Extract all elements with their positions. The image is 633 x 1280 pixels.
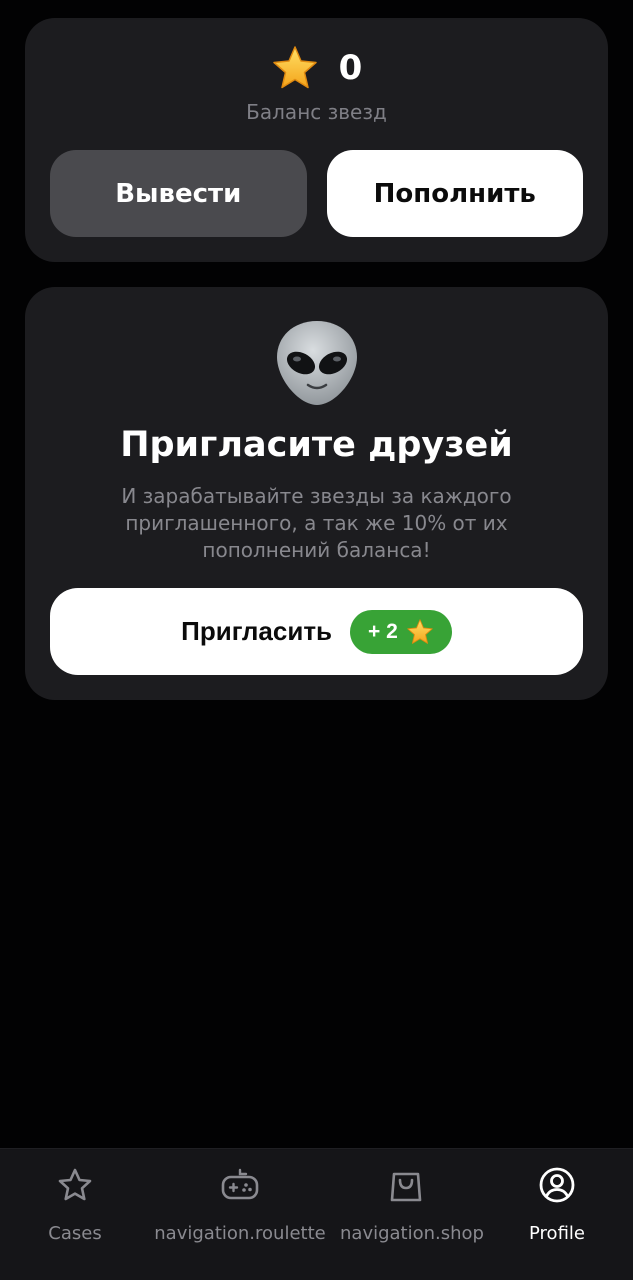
balance-card: 0 Баланс звезд Вывести Пополнить <box>25 18 608 262</box>
balance-value: 0 <box>338 48 363 88</box>
nav-item-profile[interactable]: Profile <box>512 1149 602 1280</box>
nav-label-shop: navigation.shop <box>340 1223 484 1244</box>
bottom-navigation: Cases navigation.roulette navigation.sho… <box>0 1148 633 1280</box>
gamepad-icon <box>221 1168 259 1200</box>
nav-item-roulette[interactable]: navigation.roulette <box>140 1149 340 1280</box>
alien-icon <box>276 321 357 405</box>
star-outline-icon <box>58 1168 92 1201</box>
invite-card: Пригласите друзей И зарабатывайте звезды… <box>25 287 608 700</box>
invite-button-label: Пригласить <box>181 616 333 646</box>
nav-label-profile: Profile <box>529 1223 585 1244</box>
nav-label-roulette: navigation.roulette <box>154 1223 326 1244</box>
shopping-bag-icon <box>390 1172 422 1202</box>
withdraw-button[interactable]: Вывести <box>50 150 307 237</box>
user-circle-icon <box>539 1167 575 1203</box>
balance-row: 0 <box>25 44 608 92</box>
topup-button[interactable]: Пополнить <box>326 150 583 237</box>
balance-label: Баланс звезд <box>246 100 387 124</box>
invite-description: И зарабатывайте звезды за каждого пригла… <box>121 484 512 562</box>
reward-amount: + 2 <box>368 619 398 643</box>
nav-item-cases[interactable]: Cases <box>30 1149 120 1280</box>
invite-button[interactable]: Пригласить + 2 <box>50 588 583 675</box>
nav-label-cases: Cases <box>48 1223 102 1244</box>
invite-title: Пригласите друзей <box>120 425 513 465</box>
nav-item-shop[interactable]: navigation.shop <box>340 1149 484 1280</box>
balance-actions: Вывести Пополнить <box>50 150 583 237</box>
star-icon <box>407 618 433 644</box>
profile-page: 0 Баланс звезд Вывести Пополнить Приглас… <box>0 0 633 1280</box>
reward-badge: + 2 <box>350 609 452 654</box>
star-icon <box>271 44 319 92</box>
